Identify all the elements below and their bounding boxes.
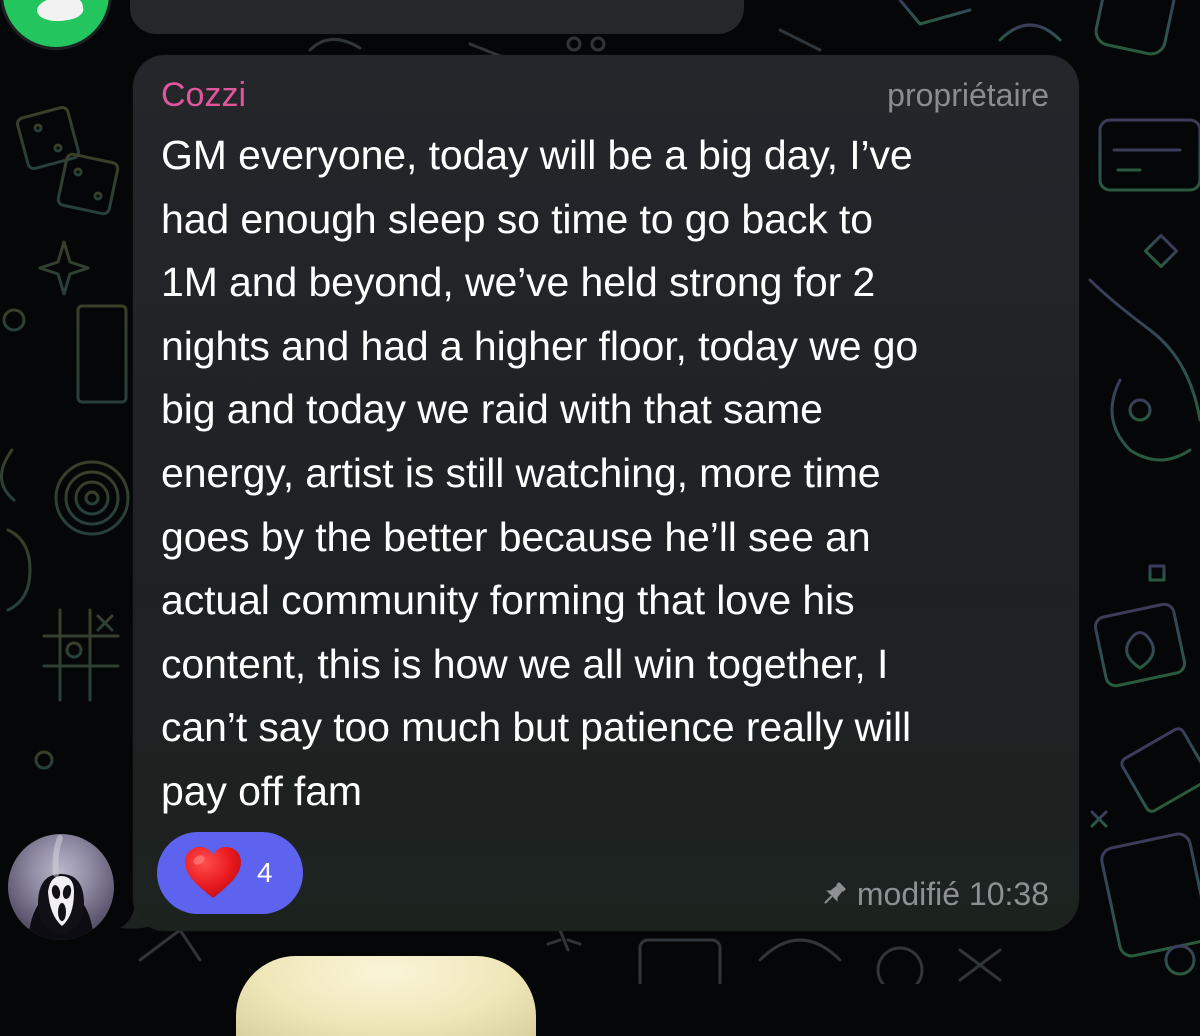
sender-name[interactable]: Cozzi <box>161 75 246 115</box>
previous-message-bubble[interactable] <box>130 0 744 34</box>
sender-role-badge: propriétaire <box>887 77 1049 113</box>
message-bubble[interactable]: Cozzi propriétaire GM everyone, today wi… <box>133 55 1079 931</box>
ghostface-avatar-icon <box>28 835 94 940</box>
heart-reaction-button[interactable]: 4 <box>157 832 303 914</box>
reaction-count: 4 <box>257 857 273 888</box>
pin-icon <box>824 882 846 904</box>
sender-avatar[interactable] <box>8 834 114 940</box>
message-text: GM everyone, today will be a big day, I’… <box>161 132 919 814</box>
edited-timestamp: modifié 10:38 <box>856 876 1049 912</box>
heart-icon <box>185 847 241 898</box>
next-message-image[interactable] <box>236 956 536 1036</box>
message-meta: modifié 10:38 <box>819 874 1049 914</box>
